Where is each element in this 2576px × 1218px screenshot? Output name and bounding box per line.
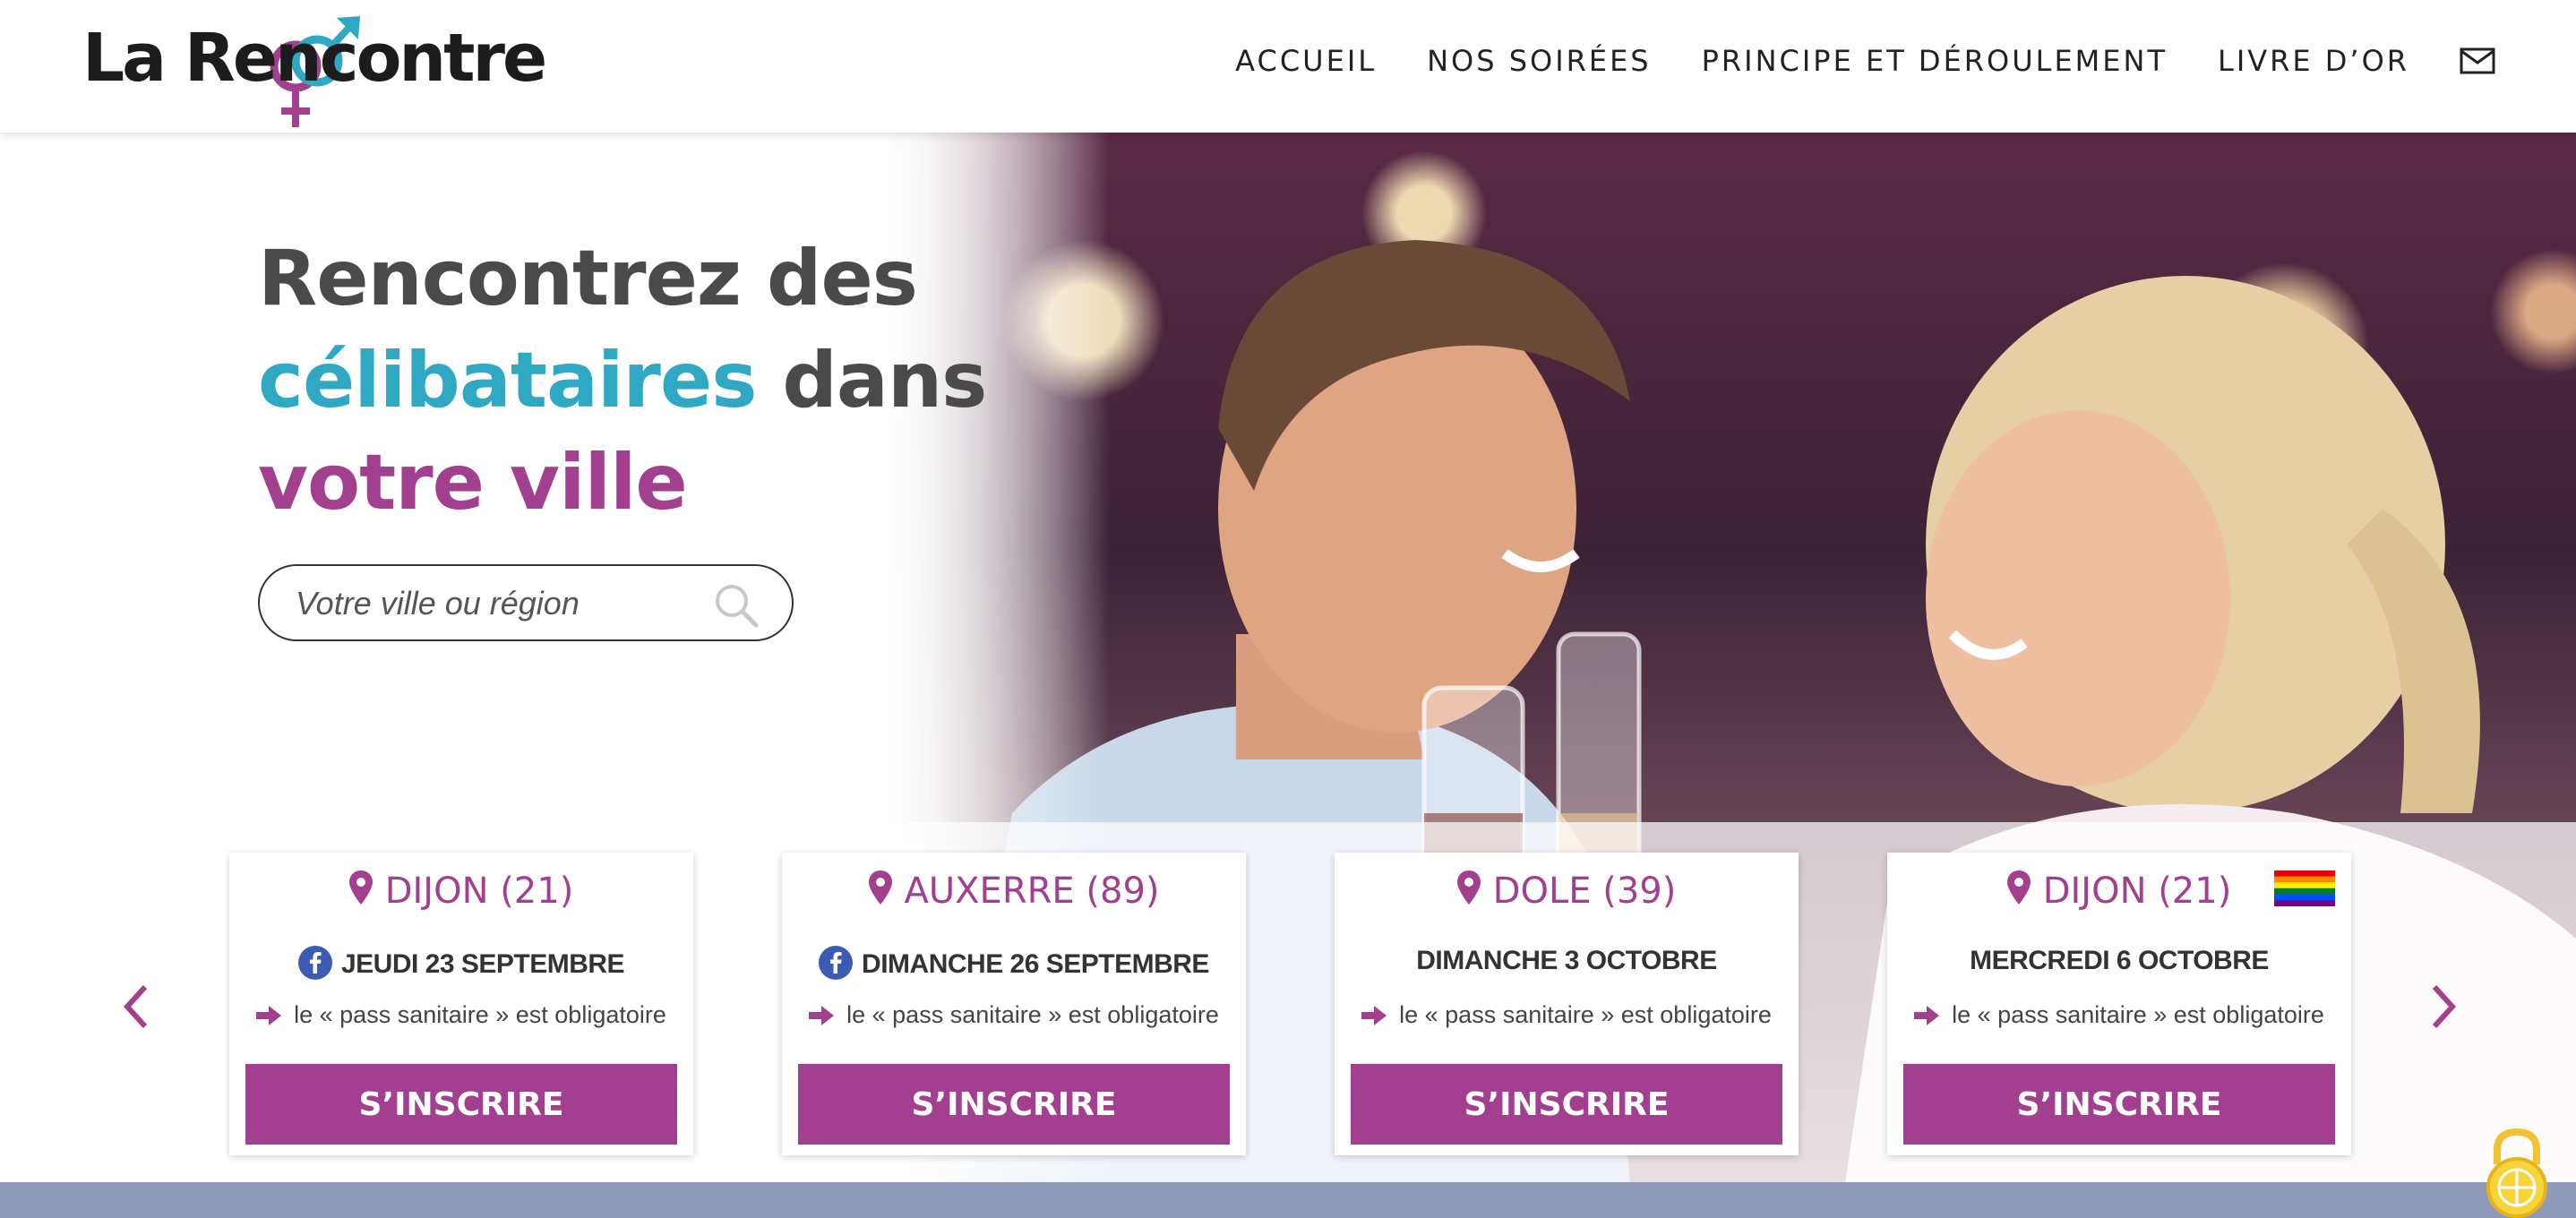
city-search-input[interactable] [294, 566, 727, 641]
register-button[interactable]: S’INSCRIRE [1903, 1064, 2335, 1145]
facebook-icon[interactable] [819, 946, 854, 980]
event-city-label: DOLE (39) [1492, 871, 1677, 912]
event-note: le « pass sanitaire » est obligatoire [1887, 1001, 2351, 1029]
event-date-label: JEUDI 23 SEPTEMBRE [340, 949, 625, 979]
event-card: DIJON (21) MERCREDI 6 OCTOBRE le « pass … [1887, 853, 2351, 1155]
rainbow-flag-icon [2274, 871, 2335, 906]
main-nav: ACCUEIL NOS SOIRÉES PRINCIPE ET DÉROULEM… [1235, 47, 2495, 75]
location-pin-icon [2006, 871, 2031, 905]
register-button[interactable]: S’INSCRIRE [1351, 1064, 1782, 1145]
event-date: DIMANCHE 3 OCTOBRE [1335, 946, 1799, 976]
logo-wordmark: La Rencontre [82, 20, 547, 97]
event-city: DIJON (21) [229, 871, 693, 912]
site-header: La Rencontre ACCUEIL NOS SOIRÉES PRINCIP… [0, 0, 2576, 133]
headline-dans: dans [756, 336, 987, 425]
headline-line-1: Rencontrez des [258, 234, 918, 323]
register-button[interactable]: S’INSCRIRE [798, 1064, 1230, 1145]
event-date-label: MERCREDI 6 OCTOBRE [1970, 946, 2269, 975]
event-date: DIMANCHE 26 SEPTEMBRE [782, 946, 1246, 980]
carousel-next-chevron-icon[interactable] [2426, 980, 2461, 1034]
arrow-right-icon [809, 1006, 835, 1025]
arrow-right-icon [256, 1006, 282, 1025]
headline-accent-celibataires: célibataires [258, 336, 757, 425]
headline-line-2: célibataires dans [258, 330, 987, 432]
register-button[interactable]: S’INSCRIRE [245, 1064, 677, 1145]
event-note-label: le « pass sanitaire » est obligatoire [846, 1001, 1219, 1028]
event-date-label: DIMANCHE 3 OCTOBRE [1416, 946, 1717, 975]
event-city: DOLE (39) [1335, 871, 1799, 912]
nav-accueil[interactable]: ACCUEIL [1235, 47, 1377, 75]
event-note: le « pass sanitaire » est obligatoire [1335, 1001, 1799, 1029]
arrow-right-icon [1914, 1006, 1940, 1025]
hero-headline: Rencontrez des célibataires dans votre v… [258, 227, 987, 534]
event-city-label: DIJON (21) [384, 871, 574, 912]
search-icon[interactable] [713, 582, 760, 629]
nav-nos-soirees[interactable]: NOS SOIRÉES [1427, 47, 1652, 75]
location-pin-icon [1456, 871, 1481, 905]
footer-strip [0, 1182, 2576, 1218]
event-note: le « pass sanitaire » est obligatoire [782, 1001, 1246, 1029]
event-note: le « pass sanitaire » est obligatoire [229, 1001, 693, 1029]
event-note-label: le « pass sanitaire » est obligatoire [294, 1001, 666, 1028]
nav-livre-d-or[interactable]: LIVRE D’OR [2218, 47, 2409, 75]
mail-icon[interactable] [2460, 47, 2495, 74]
headline-line-3: votre ville [258, 438, 688, 528]
event-city: AUXERRE (89) [782, 871, 1246, 912]
event-card: AUXERRE (89) DIMANCHE 26 SEPTEMBRE le « … [782, 853, 1246, 1155]
arrow-right-icon [1361, 1006, 1387, 1025]
carousel-prev-chevron-icon[interactable] [118, 980, 154, 1034]
city-search-box [258, 564, 794, 641]
event-date: MERCREDI 6 OCTOBRE [1887, 946, 2351, 976]
nav-principe-et-deroulement[interactable]: PRINCIPE ET DÉROULEMENT [1702, 47, 2168, 75]
event-note-label: le « pass sanitaire » est obligatoire [1952, 1001, 2324, 1028]
event-card: DIJON (21) JEUDI 23 SEPTEMBRE le « pass … [229, 853, 693, 1155]
location-pin-icon [348, 871, 373, 905]
facebook-icon[interactable] [297, 946, 332, 980]
event-note-label: le « pass sanitaire » est obligatoire [1399, 1001, 1772, 1028]
privacy-lock-icon[interactable] [2479, 1125, 2555, 1218]
event-date-label: DIMANCHE 26 SEPTEMBRE [862, 949, 1209, 979]
site-logo[interactable]: La Rencontre [82, 13, 547, 133]
event-city-label: DIJON (21) [2042, 871, 2232, 912]
location-pin-icon [868, 871, 892, 905]
event-city-label: AUXERRE (89) [904, 871, 1160, 912]
event-date: JEUDI 23 SEPTEMBRE [229, 946, 693, 980]
event-card: DOLE (39) DIMANCHE 3 OCTOBRE le « pass s… [1335, 853, 1799, 1155]
